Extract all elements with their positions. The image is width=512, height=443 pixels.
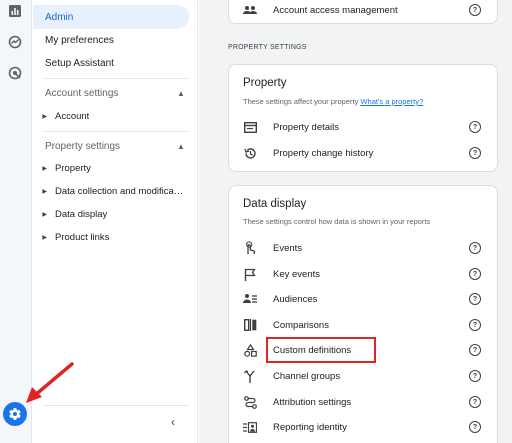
help-icon[interactable]: ? — [469, 242, 481, 254]
row-label: Attribution settings — [273, 396, 352, 408]
row-label: Audiences — [273, 293, 318, 305]
chevron-up-icon: ▲ — [177, 141, 185, 151]
shapes-icon — [243, 343, 257, 357]
expand-arrow-icon: ▶ — [42, 165, 47, 172]
row-reporting-identity[interactable]: Reporting identity ? — [229, 415, 497, 439]
card-desc-text: These settings affect your property — [243, 97, 359, 106]
row-events[interactable]: Events ? — [229, 236, 497, 260]
nav-item-label: Account — [55, 110, 90, 122]
expand-arrow-icon: ▶ — [42, 211, 47, 218]
row-account-access-management[interactable]: Account access management ? — [229, 0, 497, 22]
expand-arrow-icon: ▶ — [42, 234, 47, 241]
nav-item-label: Product links — [55, 231, 110, 243]
whats-a-property-link[interactable]: What's a property? — [360, 97, 423, 106]
nav-item-my-preferences[interactable]: My preferences — [33, 28, 189, 52]
property-details-icon — [243, 120, 257, 134]
row-label: Comparisons — [273, 319, 329, 331]
property-card: Property These settings affect your prop… — [228, 64, 498, 172]
nav-section-property-settings[interactable]: Property settings ▲ — [33, 134, 189, 158]
help-icon[interactable]: ? — [469, 293, 481, 305]
explore-icon[interactable] — [6, 33, 24, 51]
nav-item-label: Admin — [45, 11, 74, 23]
people-icon — [243, 3, 257, 17]
row-attribution-settings[interactable]: Attribution settings ? — [229, 390, 497, 414]
nav-item-label: My preferences — [45, 34, 114, 46]
nav-divider — [43, 131, 189, 132]
card-description: These settings affect your property What… — [243, 97, 423, 106]
nav-item-data-display[interactable]: ▶ Data display — [33, 203, 193, 225]
nav-divider — [43, 78, 189, 79]
nav-divider — [43, 405, 189, 406]
expand-arrow-icon: ▶ — [42, 188, 47, 195]
nav-item-account[interactable]: ▶ Account — [33, 105, 193, 127]
row-property-change-history[interactable]: Property change history ? — [229, 141, 497, 165]
expand-arrow-icon: ▶ — [42, 113, 47, 120]
row-label: Events — [273, 242, 303, 254]
reports-icon[interactable] — [6, 2, 24, 20]
section-header-property-settings: PROPERTY SETTINGS — [228, 44, 307, 51]
help-icon[interactable]: ? — [469, 4, 481, 16]
row-label: Channel groups — [273, 370, 341, 382]
chevron-up-icon: ▲ — [177, 88, 185, 98]
nav-item-setup-assistant[interactable]: Setup Assistant — [33, 51, 189, 75]
annotation-arrow-icon — [26, 362, 74, 403]
row-label: Property change history — [273, 147, 374, 159]
nav-item-admin[interactable]: Admin — [33, 5, 189, 29]
compare-icon — [243, 318, 257, 332]
data-display-card: Data display These settings control how … — [228, 185, 498, 443]
help-icon[interactable]: ? — [469, 421, 481, 433]
nav-item-label: Data collection and modifica… — [55, 185, 184, 197]
row-key-events[interactable]: Key events ? — [229, 262, 497, 286]
nav-item-label: Setup Assistant — [45, 57, 114, 69]
flag-icon — [243, 267, 257, 281]
attribution-icon — [243, 395, 257, 409]
nav-item-data-collection[interactable]: ▶ Data collection and modifica… — [33, 180, 193, 202]
nav-item-product-links[interactable]: ▶ Product links — [33, 226, 193, 248]
row-property-details[interactable]: Property details ? — [229, 115, 497, 139]
help-icon[interactable]: ? — [469, 344, 481, 356]
identity-icon — [243, 420, 257, 434]
row-label: Account access management — [273, 4, 398, 16]
card-description: These settings control how data is shown… — [243, 217, 431, 226]
card-title: Data display — [243, 198, 307, 210]
admin-gear-icon[interactable] — [3, 402, 27, 426]
row-label: Property details — [273, 121, 340, 133]
advertising-icon[interactable] — [6, 64, 24, 82]
nav-section-account-settings[interactable]: Account settings ▲ — [33, 81, 189, 105]
nav-item-label: Property — [55, 162, 91, 174]
nav-item-property[interactable]: ▶ Property — [33, 157, 193, 179]
help-icon[interactable]: ? — [469, 319, 481, 331]
chevron-left-icon[interactable]: ‹ — [165, 414, 181, 430]
history-icon — [243, 146, 257, 160]
nav-item-label: Data display — [55, 208, 108, 220]
row-label: Reporting identity — [273, 421, 347, 433]
help-icon[interactable]: ? — [469, 370, 481, 382]
row-comparisons[interactable]: Comparisons ? — [229, 313, 497, 337]
card-title: Property — [243, 77, 287, 89]
main-content: Account access management ? PROPERTY SET… — [199, 0, 512, 443]
section-label: Property settings — [45, 140, 121, 152]
help-icon[interactable]: ? — [469, 396, 481, 408]
account-card: Account access management ? — [228, 0, 498, 24]
custom-definitions-highlight-box — [266, 337, 376, 363]
row-label: Key events — [273, 268, 320, 280]
help-icon[interactable]: ? — [469, 268, 481, 280]
section-label: Account settings — [45, 87, 119, 99]
audience-icon — [243, 292, 257, 306]
merge-icon — [243, 369, 257, 383]
help-icon[interactable]: ? — [469, 121, 481, 133]
touch-icon — [243, 241, 257, 255]
help-icon[interactable]: ? — [469, 147, 481, 159]
row-audiences[interactable]: Audiences ? — [229, 287, 497, 311]
row-channel-groups[interactable]: Channel groups ? — [229, 364, 497, 388]
